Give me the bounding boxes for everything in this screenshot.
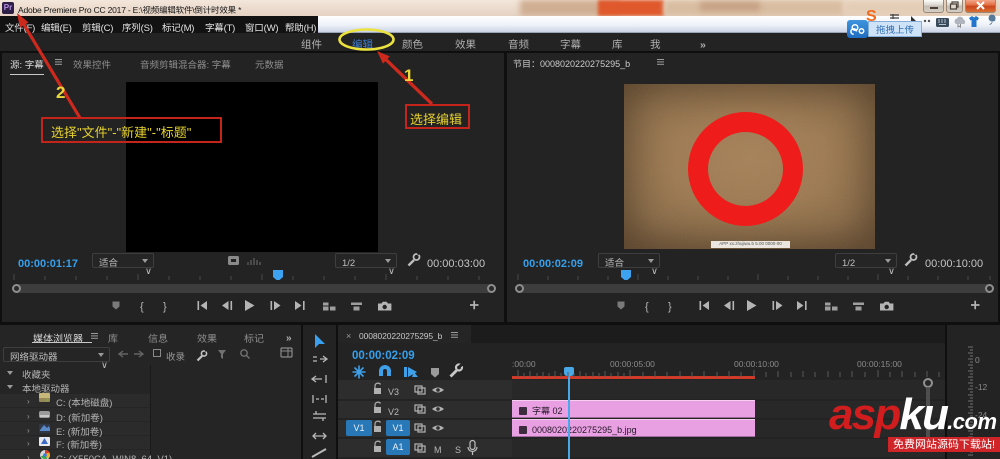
svg-text:{: { xyxy=(140,301,144,313)
svg-text:{: { xyxy=(645,301,649,313)
svg-text:}: } xyxy=(668,301,672,313)
svg-text:}: } xyxy=(163,301,167,313)
